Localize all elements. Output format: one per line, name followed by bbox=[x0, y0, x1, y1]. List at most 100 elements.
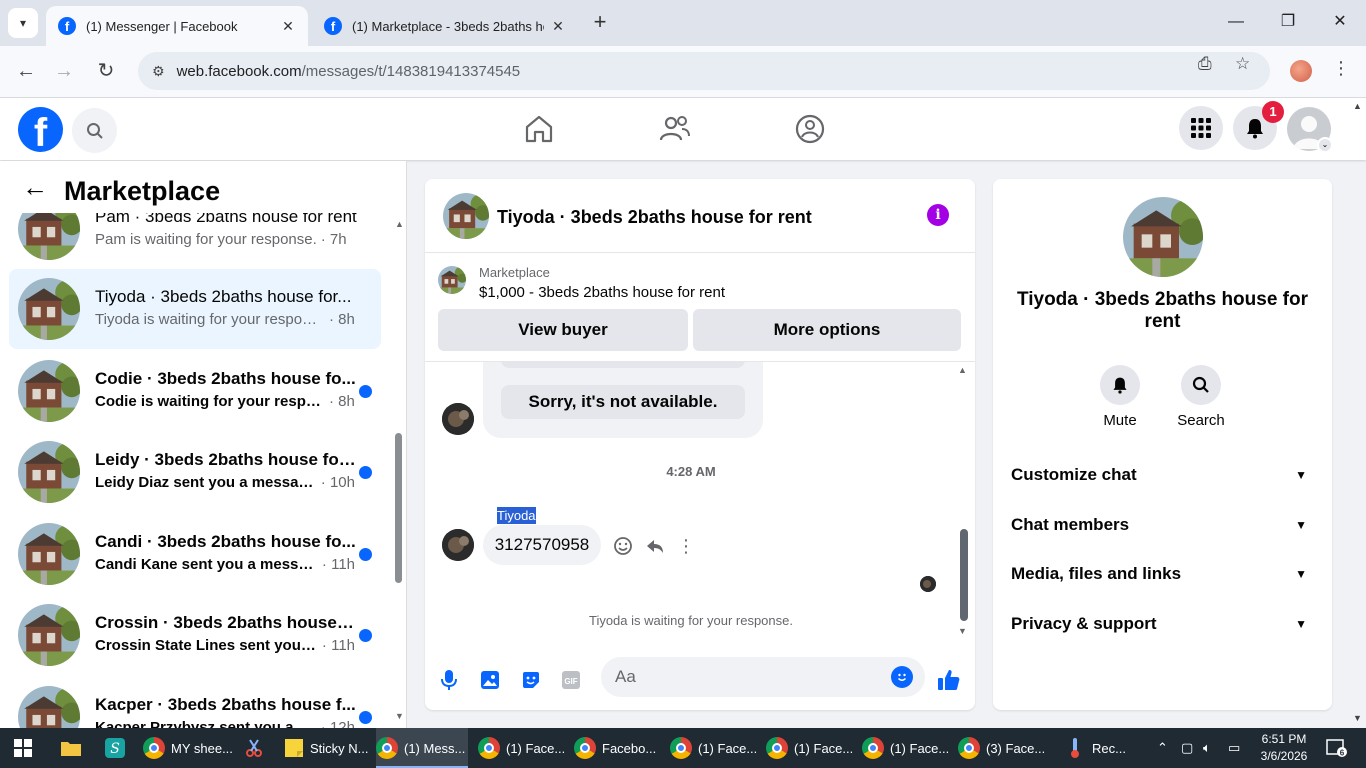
microphone-icon[interactable] bbox=[437, 668, 461, 692]
taskbar-item[interactable]: (1) Face... bbox=[478, 728, 564, 768]
page-scroll-up-arrow[interactable]: ▲ bbox=[1353, 101, 1362, 111]
minimize-button[interactable]: — bbox=[1224, 10, 1248, 34]
taskbar-item[interactable]: Rec... bbox=[1068, 728, 1138, 768]
chat-title[interactable]: Tiyoda · 3beds 2baths house for rent bbox=[497, 207, 812, 228]
info-icon[interactable]: i bbox=[927, 204, 949, 226]
tab-messenger[interactable]: f (1) Messenger | Facebook ✕ bbox=[46, 6, 308, 46]
listing-photo[interactable] bbox=[1123, 197, 1203, 277]
message-input[interactable] bbox=[615, 657, 865, 697]
back-button[interactable]: ← bbox=[12, 58, 40, 86]
taskbar-item[interactable]: Sticky N... bbox=[284, 728, 370, 768]
file-explorer-icon[interactable] bbox=[60, 728, 84, 768]
listing-thumbnail[interactable] bbox=[443, 193, 489, 239]
chat-scroll-down-arrow[interactable]: ▼ bbox=[958, 626, 967, 636]
back-arrow-icon[interactable]: ← bbox=[22, 174, 48, 200]
mute-button[interactable]: Mute bbox=[1090, 365, 1150, 429]
sticker-icon[interactable] bbox=[519, 668, 543, 692]
reload-button[interactable]: ↻ bbox=[92, 58, 120, 86]
message-bubble[interactable]: 3127570958 bbox=[483, 525, 601, 565]
site-settings-icon[interactable]: ⚙ bbox=[152, 63, 165, 80]
tray-device-icon[interactable]: ▢ bbox=[1181, 740, 1193, 756]
groups-icon[interactable] bbox=[793, 112, 827, 146]
taskbar-item[interactable]: (1) Mess... bbox=[376, 728, 468, 768]
system-clock[interactable]: 6:51 PM 3/6/2026 bbox=[1254, 731, 1314, 765]
browser-profile-avatar[interactable] bbox=[1290, 60, 1312, 82]
taskbar-item[interactable]: (1) Face... bbox=[670, 728, 756, 768]
conversation-row[interactable]: Crossin · 3beds 2baths house f... Crossin… bbox=[9, 595, 381, 675]
marketplace-label: Marketplace bbox=[479, 265, 550, 280]
tab-marketplace[interactable]: f (1) Marketplace - 3beds 2baths ho ✕ bbox=[312, 6, 578, 46]
media-files-links-section[interactable]: Media, files and links ▼ bbox=[1011, 554, 1313, 594]
tab-search-button[interactable]: ▾ bbox=[8, 8, 38, 38]
network-icon[interactable]: ▭ bbox=[1228, 740, 1240, 756]
restore-button[interactable]: ❐ bbox=[1276, 10, 1300, 34]
volume-icon[interactable]: 🔈︎ bbox=[1203, 740, 1211, 756]
app-s-icon[interactable]: S bbox=[104, 728, 128, 768]
facebook-search-button[interactable] bbox=[72, 108, 117, 153]
conversation-preview: Pam is waiting for your response. · 7h bbox=[95, 231, 347, 248]
facebook-logo[interactable]: f bbox=[18, 107, 63, 152]
listing-thumbnail bbox=[18, 523, 80, 585]
listing-thumbnail[interactable] bbox=[438, 266, 466, 294]
chat-scrollbar-thumb[interactable] bbox=[960, 529, 968, 621]
photo-icon[interactable] bbox=[478, 668, 502, 692]
page-scroll-down-arrow[interactable]: ▼ bbox=[1353, 713, 1362, 723]
conversation-row[interactable]: Leidy · 3beds 2baths house for... Leidy D… bbox=[9, 432, 381, 512]
sender-avatar[interactable] bbox=[442, 529, 474, 561]
taskbar-item[interactable]: (1) Face... bbox=[766, 728, 852, 768]
gif-icon[interactable]: GIF bbox=[559, 668, 583, 692]
chat-scroll-up-arrow[interactable]: ▲ bbox=[958, 365, 967, 375]
tab-close-icon[interactable]: ✕ bbox=[550, 18, 566, 35]
listing-thumbnail bbox=[18, 278, 80, 340]
taskbar-item[interactable]: (1) Face... bbox=[862, 728, 948, 768]
search-conversation-button[interactable]: Search bbox=[1171, 365, 1231, 429]
conversation-name: Crossin · 3beds 2baths house f... bbox=[95, 613, 357, 632]
react-emoji-icon[interactable] bbox=[612, 535, 634, 557]
conversation-time: · 8h bbox=[329, 393, 355, 410]
view-buyer-button[interactable]: View buyer bbox=[438, 309, 688, 351]
install-app-icon[interactable]: ⎙ bbox=[1198, 54, 1212, 74]
tab-close-icon[interactable]: ✕ bbox=[280, 18, 296, 35]
conversation-row[interactable]: Kacper · 3beds 2baths house f... Kacper P… bbox=[9, 677, 381, 728]
avatar-photo bbox=[442, 529, 474, 561]
unread-dot bbox=[359, 466, 372, 479]
more-options-button[interactable]: More options bbox=[693, 309, 961, 351]
conversation-name: Codie · 3beds 2baths house fo... bbox=[95, 369, 356, 388]
notification-center-button[interactable]: 6 bbox=[1322, 728, 1352, 768]
unread-dot bbox=[359, 629, 372, 642]
conversation-scrollbar-thumb[interactable] bbox=[395, 433, 402, 583]
conversation-row[interactable]: Tiyoda · 3beds 2baths house for... Tiyoda… bbox=[9, 269, 381, 349]
conversation-row[interactable]: Candi · 3beds 2baths house fo... Candi Ka… bbox=[9, 514, 381, 594]
close-window-button[interactable]: ✕ bbox=[1328, 10, 1352, 34]
menu-grid-button[interactable] bbox=[1179, 106, 1223, 150]
emoji-icon[interactable] bbox=[891, 666, 913, 688]
address-bar[interactable]: ⚙ web.facebook.com/messages/t/1483819413… bbox=[138, 52, 1270, 90]
tab-title: (1) Marketplace - 3beds 2baths ho bbox=[352, 18, 544, 34]
listing-title[interactable]: $1,000 - 3beds 2baths house for rent bbox=[479, 284, 725, 301]
customize-chat-section[interactable]: Customize chat ▼ bbox=[1011, 455, 1313, 495]
seen-receipt-avatar bbox=[920, 576, 936, 592]
thumbs-up-icon[interactable] bbox=[937, 668, 961, 692]
windows-start-icon[interactable] bbox=[14, 739, 32, 757]
bookmark-star-icon[interactable]: ☆ bbox=[1235, 54, 1250, 74]
home-icon[interactable] bbox=[522, 112, 556, 146]
chat-members-section[interactable]: Chat members ▼ bbox=[1011, 505, 1313, 545]
taskbar-item[interactable]: Facebo... bbox=[574, 728, 660, 768]
browser-menu-icon[interactable]: ⋮ bbox=[1332, 58, 1350, 79]
new-tab-button[interactable]: + bbox=[588, 10, 612, 34]
snipping-tool-icon[interactable] bbox=[244, 728, 268, 768]
friends-icon[interactable] bbox=[658, 112, 692, 146]
forward-button[interactable]: → bbox=[50, 58, 78, 86]
svg-text:GIF: GIF bbox=[564, 677, 577, 686]
more-actions-icon[interactable]: ⋮ bbox=[675, 535, 697, 557]
privacy-support-section[interactable]: Privacy & support ▼ bbox=[1011, 604, 1313, 644]
taskbar-item[interactable]: MY shee... bbox=[143, 728, 235, 768]
tray-overflow-chevron-icon[interactable]: ⌃ bbox=[1157, 740, 1168, 756]
quick-reply-button[interactable]: Sorry, it's not available. bbox=[501, 385, 745, 419]
sender-avatar[interactable] bbox=[442, 403, 474, 435]
conversation-preview: Leidy Diaz sent you a message ... · 10h bbox=[95, 474, 355, 491]
account-menu-chevron-icon[interactable]: ⌄ bbox=[1317, 137, 1333, 153]
taskbar-item[interactable]: (3) Face... bbox=[958, 728, 1044, 768]
conversation-row[interactable]: Codie · 3beds 2baths house fo... Codie is… bbox=[9, 351, 381, 431]
reply-icon[interactable] bbox=[644, 535, 666, 557]
